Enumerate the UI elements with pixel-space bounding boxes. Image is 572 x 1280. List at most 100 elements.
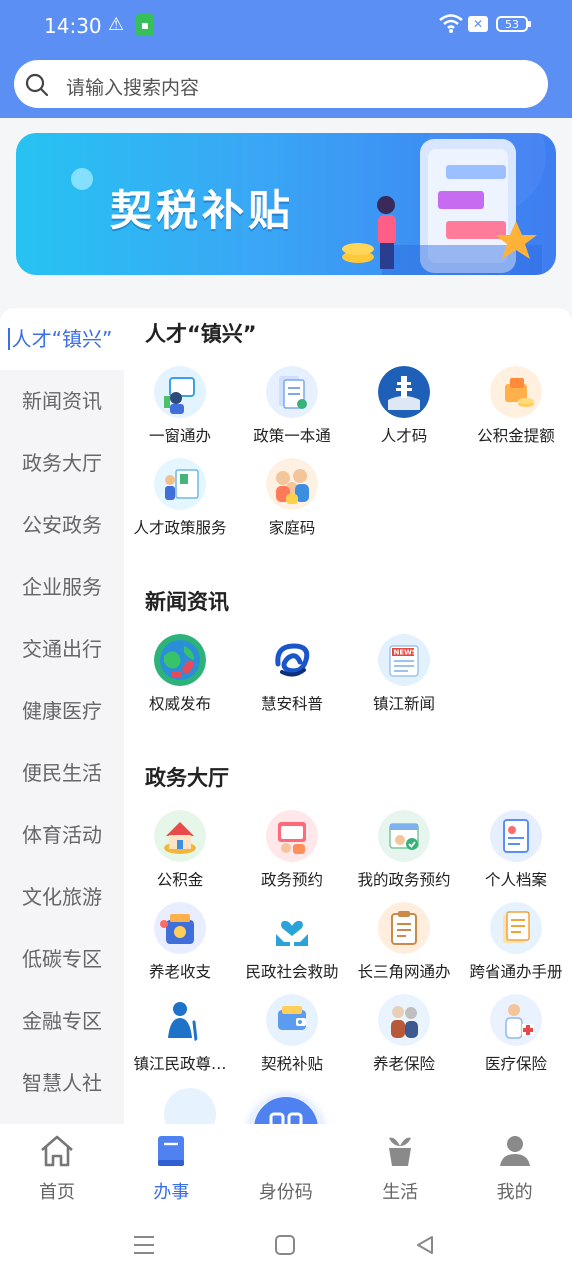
globe-microphone-icon xyxy=(154,634,206,686)
service-tile[interactable]: 长三角网通办 xyxy=(348,902,460,990)
sidebar-item[interactable]: 便民生活 xyxy=(0,742,124,804)
service-tile[interactable]: 政务预约 xyxy=(236,810,348,898)
sidebar-item[interactable]: 公安政务 xyxy=(0,494,124,556)
section-title: 人才“镇兴” xyxy=(145,322,257,346)
service-tile-label: 人才政策服务 xyxy=(133,519,227,537)
sidebar-item[interactable]: 金融专区 xyxy=(0,990,124,1052)
service-tile[interactable]: 权威发布 xyxy=(124,634,236,722)
person-icon xyxy=(496,1132,534,1170)
manual-icon xyxy=(490,902,542,954)
tab-item[interactable]: 身份码 xyxy=(229,1124,343,1208)
category-sidebar: 人才“镇兴” 新闻资讯 政务大厅 公安政务 企业服务 交通出行 健康医疗 便民生活 体育活动 文化… xyxy=(0,308,124,1124)
appointment-icon xyxy=(266,810,318,862)
service-tile-label: 镇江民政尊… xyxy=(133,1055,227,1073)
sidebar-item[interactable]: 文化旅游 xyxy=(0,866,124,928)
search-bar[interactable]: 请输入搜索内容 xyxy=(14,60,548,108)
tab-label: 身份码 xyxy=(258,1182,313,1203)
service-tile-label: 政策一本通 xyxy=(253,427,331,445)
book-icon xyxy=(152,1132,190,1170)
header: 14:30 ⚠ ▪ ✕ 53 请输入搜索内容 xyxy=(0,0,572,118)
house-fund-icon xyxy=(154,810,206,862)
tab-label: 办事 xyxy=(153,1182,190,1203)
pension-insurance-icon xyxy=(378,994,430,1046)
wifi-icon xyxy=(439,14,463,33)
pension-wallet-icon xyxy=(154,902,206,954)
sidebar-item[interactable]: 新闻资讯 xyxy=(0,370,124,432)
tab-item[interactable]: 我的 xyxy=(458,1124,572,1208)
personal-file-icon xyxy=(490,810,542,862)
more-service-icon[interactable] xyxy=(164,1088,216,1124)
service-tile[interactable]: 个人档案 xyxy=(460,810,572,898)
app-notification-icon: ▪ xyxy=(136,14,154,36)
service-tile[interactable]: 契税补贴 xyxy=(236,994,348,1082)
service-tile[interactable]: 政策一本通 xyxy=(236,366,348,454)
service-tile[interactable]: 民政社会救助 xyxy=(236,902,348,990)
sidebar-item[interactable]: 健康医疗 xyxy=(0,680,124,742)
battery-level: 53 xyxy=(505,18,519,31)
service-tile[interactable]: 家庭码 xyxy=(236,458,348,546)
section-title: 政务大厅 xyxy=(145,766,229,790)
tab-item[interactable]: 办事 xyxy=(114,1124,228,1208)
sidebar-item[interactable]: 智慧人社 xyxy=(0,1052,124,1114)
warning-icon: ⚠ xyxy=(108,14,125,35)
service-tile[interactable]: 养老保险 xyxy=(348,994,460,1082)
plant-pot-icon xyxy=(381,1132,419,1170)
tab-label: 我的 xyxy=(496,1182,533,1203)
service-tile-label: 养老收支 xyxy=(148,963,211,981)
menu-icon[interactable] xyxy=(132,1234,156,1256)
sidebar-item[interactable]: 体育活动 xyxy=(0,804,124,866)
status-time: 14:30 xyxy=(44,14,102,38)
my-appointment-icon xyxy=(378,810,430,862)
svg-text:NEWS: NEWS xyxy=(394,649,417,657)
promo-banner[interactable]: 契税补贴 xyxy=(16,133,556,275)
service-tile[interactable]: 养老收支 xyxy=(124,902,236,990)
service-tile[interactable]: 跨省通办手册 xyxy=(460,902,572,990)
service-tile-label: 一窗通办 xyxy=(148,427,211,445)
home-icon xyxy=(38,1132,76,1170)
elderly-person-icon xyxy=(154,994,206,1046)
knot-logo-icon xyxy=(266,634,318,686)
battery-icon: 53 xyxy=(496,16,531,32)
service-tile[interactable]: 人才码 xyxy=(348,366,460,454)
tab-label: 首页 xyxy=(39,1182,75,1203)
service-tile[interactable]: 公积金提额 xyxy=(460,366,572,454)
service-tile[interactable]: 人才政策服务 xyxy=(124,458,236,546)
service-tile[interactable]: 公积金 xyxy=(124,810,236,898)
policy-book-icon xyxy=(266,366,318,418)
fund-increase-icon xyxy=(490,366,542,418)
service-tile-label: 民政社会救助 xyxy=(245,963,339,981)
sidebar-item[interactable]: 交通出行 xyxy=(0,618,124,680)
service-tile[interactable]: NEWS 镇江新闻 xyxy=(348,634,460,722)
no-sim-icon: ✕ xyxy=(468,16,488,32)
sidebar-item[interactable]: 人才“镇兴” xyxy=(0,308,124,370)
service-tile-label: 镇江新闻 xyxy=(372,695,435,713)
service-tile-label: 长三角网通办 xyxy=(357,963,451,981)
newspaper-icon: NEWS xyxy=(378,634,430,686)
sidebar-item[interactable]: 企业服务 xyxy=(0,556,124,618)
service-tile-label: 慧安科普 xyxy=(260,695,323,713)
service-tile[interactable]: 一窗通办 xyxy=(124,366,236,454)
sidebar-item[interactable]: 政务大厅 xyxy=(0,432,124,494)
service-tile[interactable]: 医疗保险 xyxy=(460,994,572,1082)
service-tile[interactable]: 镇江民政尊… xyxy=(124,994,236,1082)
service-tile-label: 政务预约 xyxy=(260,871,323,889)
service-tile[interactable]: 我的政务预约 xyxy=(348,810,460,898)
search-input[interactable]: 请输入搜索内容 xyxy=(66,73,199,100)
tab-item[interactable]: 生活 xyxy=(343,1124,457,1208)
back-icon[interactable] xyxy=(414,1234,436,1256)
service-tile[interactable]: 慧安科普 xyxy=(236,634,348,722)
service-tile-label: 养老保险 xyxy=(372,1055,435,1073)
service-window-icon xyxy=(154,366,206,418)
sidebar-item[interactable]: 低碳专区 xyxy=(0,928,124,990)
service-tile-label: 公积金提额 xyxy=(477,427,555,445)
tab-item[interactable]: 首页 xyxy=(0,1124,114,1208)
medical-insurance-icon xyxy=(490,994,542,1046)
service-panel: 人才“镇兴” 新闻资讯 政务大厅 公安政务 企业服务 交通出行 健康医疗 便民生活 体育活动 文化… xyxy=(0,308,572,1124)
service-tile-label: 契税补贴 xyxy=(260,1055,323,1073)
service-tile-label: 人才码 xyxy=(380,427,428,445)
bottom-tab-bar: 首页 办事 身份码 生活 我的 xyxy=(0,1124,572,1208)
service-tile-label: 医疗保险 xyxy=(484,1055,547,1073)
section-title: 新闻资讯 xyxy=(145,590,229,614)
home-square-icon[interactable] xyxy=(274,1234,296,1256)
qr-code-icon xyxy=(267,1132,305,1170)
